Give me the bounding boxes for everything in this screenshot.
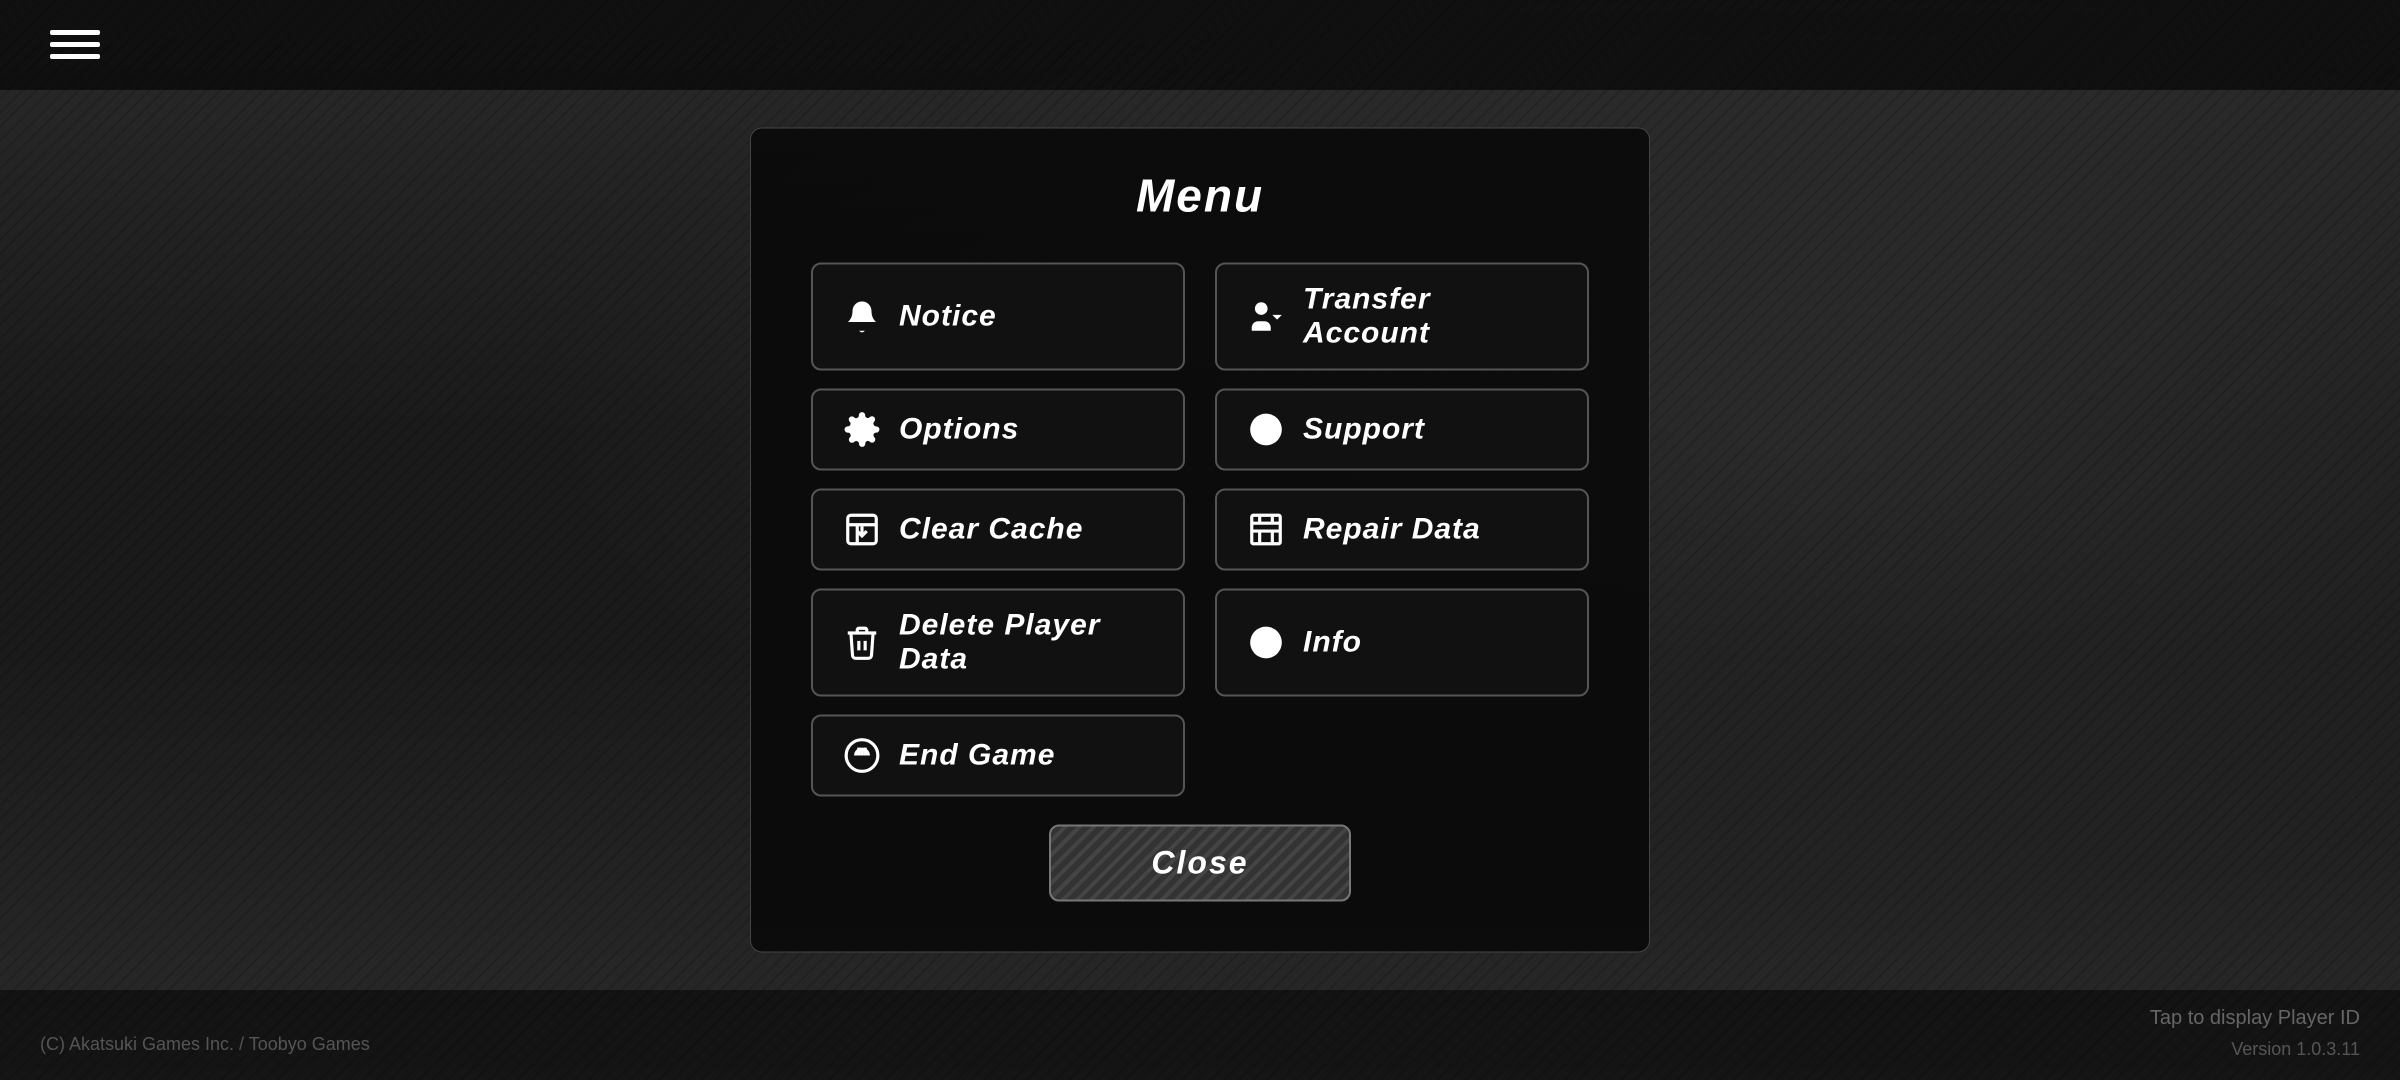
options-button[interactable]: Options	[811, 389, 1185, 471]
delete-player-data-icon	[841, 622, 883, 664]
transfer-account-label: Transfer Account	[1303, 283, 1559, 351]
repair-data-label: Repair Data	[1303, 513, 1481, 547]
clear-cache-label: Clear Cache	[899, 513, 1083, 547]
info-label: Info	[1303, 626, 1362, 660]
delete-player-data-label: Delete Player Data	[899, 609, 1155, 677]
info-button[interactable]: Info	[1215, 589, 1589, 697]
copyright-text: (C) Akatsuki Games Inc. / Toobyo Games	[40, 1034, 370, 1055]
repair-data-button[interactable]: Repair Data	[1215, 489, 1589, 571]
options-icon	[841, 409, 883, 451]
transfer-account-button[interactable]: Transfer Account	[1215, 263, 1589, 371]
repair-data-icon	[1245, 509, 1287, 551]
end-game-icon	[841, 735, 883, 777]
close-button[interactable]: Close	[1049, 825, 1350, 902]
notice-button[interactable]: Notice	[811, 263, 1185, 371]
support-button[interactable]: Support	[1215, 389, 1589, 471]
notice-label: Notice	[899, 300, 997, 334]
close-label: Close	[1151, 845, 1248, 881]
transfer-account-icon	[1245, 296, 1287, 338]
clear-cache-button[interactable]: Clear Cache	[811, 489, 1185, 571]
version-text: Version 1.0.3.11	[2231, 1039, 2360, 1060]
menu-title: Menu	[811, 169, 1589, 223]
support-icon	[1245, 409, 1287, 451]
menu-panel: Menu Notice Transfer Account	[750, 128, 1650, 953]
top-bar	[0, 0, 2400, 90]
support-label: Support	[1303, 413, 1425, 447]
hamburger-button[interactable]	[50, 30, 100, 59]
menu-grid: Notice Transfer Account Options	[811, 263, 1589, 902]
clear-cache-icon	[841, 509, 883, 551]
tap-player-id-text[interactable]: Tap to display Player ID	[2150, 1007, 2360, 1030]
delete-player-data-button[interactable]: Delete Player Data	[811, 589, 1185, 697]
notice-icon	[841, 296, 883, 338]
info-icon	[1245, 622, 1287, 664]
end-game-label: End Game	[899, 739, 1055, 773]
close-row: Close	[811, 825, 1589, 902]
options-label: Options	[899, 413, 1019, 447]
end-game-button[interactable]: End Game	[811, 715, 1185, 797]
